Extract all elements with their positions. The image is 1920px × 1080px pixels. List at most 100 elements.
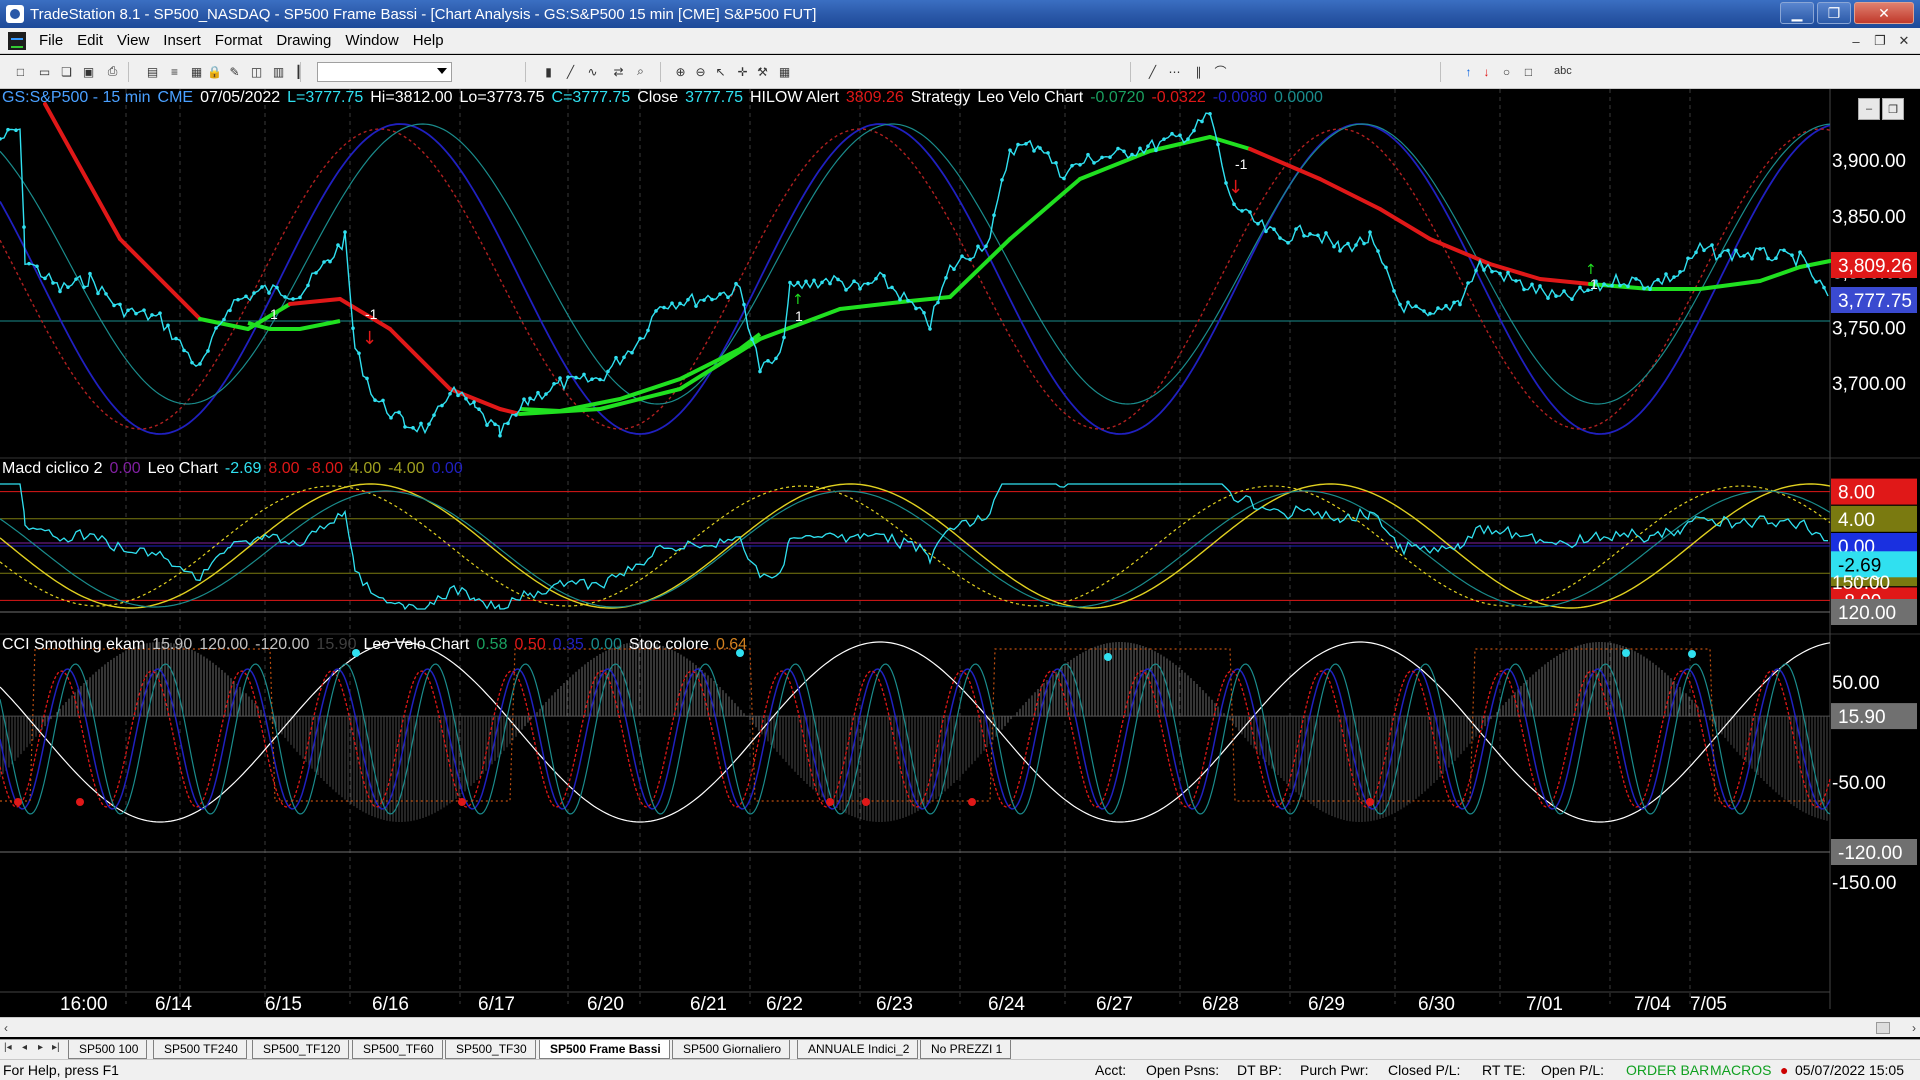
tab-last-icon[interactable]: ▸|: [52, 1042, 60, 1053]
minimize-button[interactable]: ▁: [1780, 2, 1814, 24]
indicator-icon[interactable]: ∿: [584, 63, 601, 80]
arrow-up-icon[interactable]: ↑: [1460, 63, 1477, 80]
analysis-icon[interactable]: ⌕: [632, 63, 649, 80]
hilow-trend-segment: [388, 327, 452, 391]
scroll-thumb[interactable]: [1876, 1022, 1890, 1034]
menu-insert[interactable]: Insert: [156, 32, 208, 49]
order-bar-button[interactable]: ORDER BAR: [1626, 1062, 1709, 1078]
horizontal-scrollbar[interactable]: ‹ ›: [0, 1017, 1920, 1037]
print-preview-icon[interactable]: ▤: [144, 63, 161, 80]
price-bar-dot: [1406, 300, 1410, 305]
ellipse-icon[interactable]: ○: [1498, 63, 1515, 80]
price-bar-dot: [630, 350, 634, 355]
fib-icon[interactable]: ⋯: [1166, 63, 1183, 80]
mdi-minimize-button[interactable]: –: [1845, 31, 1867, 51]
macros-button[interactable]: MACROS: [1710, 1062, 1771, 1078]
price-bar-dot: [1774, 256, 1778, 260]
tab-sp500-tf30[interactable]: SP500_TF30: [445, 1040, 536, 1059]
chart-canvas[interactable]: 1-11-11↓↓↑↑3,900.003,850.003,800.003,750…: [0, 89, 1920, 1025]
symbol-icon[interactable]: ◫: [248, 63, 265, 80]
grid-icon[interactable]: ▦: [776, 63, 793, 80]
tools-icon[interactable]: ✎: [226, 63, 243, 80]
price-bar-dot: [960, 254, 964, 259]
maximize-button[interactable]: ❐: [1817, 2, 1851, 24]
mdi-close-button[interactable]: ✕: [1893, 31, 1915, 51]
price-bar-dot: [477, 407, 481, 412]
pane-restore-button[interactable]: ❐: [1882, 98, 1904, 120]
price-bar-dot: [66, 285, 70, 289]
price-bar-dot: [1070, 163, 1074, 168]
tab-sp500-100[interactable]: SP500 100: [68, 1040, 148, 1059]
price-bar-dot: [1294, 227, 1298, 231]
bar-icon[interactable]: ┃: [290, 63, 307, 80]
tab-no-prezzi-1[interactable]: No PREZZI 1: [920, 1040, 1012, 1059]
chart-analysis-window[interactable]: 1-11-11↓↓↑↑3,900.003,850.003,800.003,750…: [0, 89, 1920, 1025]
chart-icon[interactable]: ▥: [270, 63, 287, 80]
menu-view[interactable]: View: [110, 32, 156, 49]
strategy-icon[interactable]: ⇄: [610, 63, 627, 80]
symbol-combo[interactable]: [317, 62, 452, 82]
menu-file[interactable]: File: [32, 32, 70, 49]
menu-edit[interactable]: Edit: [70, 32, 110, 49]
arc-icon[interactable]: ⌒: [1212, 63, 1229, 80]
rectangle-icon[interactable]: □: [1520, 63, 1537, 80]
tab-next-icon[interactable]: ▸: [38, 1042, 43, 1053]
tab-prev-icon[interactable]: ◂: [22, 1042, 27, 1053]
time-axis-label: 6/24: [988, 994, 1025, 1015]
line-icon[interactable]: ╱: [562, 63, 579, 80]
time-axis-label: 6/23: [876, 994, 913, 1015]
closed-pl-label: Closed P/L:: [1388, 1062, 1461, 1078]
window-icon[interactable]: ▦: [188, 63, 205, 80]
tab-sp500-tf240[interactable]: SP500 TF240: [153, 1040, 247, 1059]
pane-minimize-button[interactable]: –: [1858, 98, 1880, 120]
new-icon[interactable]: □: [12, 63, 29, 80]
menu-format[interactable]: Format: [208, 32, 270, 49]
chevron-down-icon[interactable]: [437, 68, 447, 74]
acct-label: Acct:: [1095, 1062, 1127, 1078]
price-bar-dot: [464, 396, 468, 401]
tab-sp500-giornaliero[interactable]: SP500 Giornaliero: [672, 1040, 791, 1059]
price-bar-dot: [1710, 243, 1714, 247]
price-bar-dot: [22, 225, 26, 229]
scroll-right-icon[interactable]: ›: [1912, 1021, 1916, 1035]
lock-icon[interactable]: 🔒: [206, 63, 223, 80]
crosshair-icon[interactable]: ✛: [734, 63, 751, 80]
zoom-out-icon[interactable]: ⊖: [692, 63, 709, 80]
channel-icon[interactable]: ∥: [1190, 63, 1207, 80]
time-axis-label: 7/04: [1634, 994, 1671, 1015]
menu-drawing[interactable]: Drawing: [269, 32, 338, 49]
pointer-icon[interactable]: ↖: [712, 63, 729, 80]
price-bar-dot: [992, 213, 996, 218]
zoom-in-icon[interactable]: ⊕: [672, 63, 689, 80]
format-icon[interactable]: ≡: [166, 63, 183, 80]
menu-window[interactable]: Window: [338, 32, 405, 49]
menu-bar: File Edit View Insert Format Drawing Win…: [0, 28, 1920, 54]
price-bar-dot: [142, 308, 146, 312]
tab-sp500-tf120[interactable]: SP500_TF120: [252, 1040, 350, 1059]
arrow-down-icon[interactable]: ↓: [1478, 63, 1495, 80]
mdi-restore-button[interactable]: ❐: [1869, 31, 1891, 51]
price-bar-dot: [244, 294, 248, 299]
stoc-low-dot: [968, 798, 976, 806]
trendline-icon[interactable]: ╱: [1144, 63, 1161, 80]
chart-window-icon[interactable]: [8, 31, 26, 50]
price-bar-dot: [1038, 146, 1042, 150]
tab-sp500-frame-bassi[interactable]: SP500 Frame Bassi: [539, 1040, 670, 1059]
scroll-left-icon[interactable]: ‹: [4, 1021, 8, 1035]
price-bar-dot: [874, 276, 878, 281]
candle-icon[interactable]: ▮: [540, 63, 557, 80]
hammer-icon[interactable]: ⚒: [754, 63, 771, 80]
close-button[interactable]: ✕: [1854, 2, 1914, 24]
text-tool-button[interactable]: abc: [1554, 65, 1572, 77]
tab-sp500-tf60[interactable]: SP500_TF60: [352, 1040, 443, 1059]
print-icon[interactable]: ⎙: [104, 63, 121, 80]
copy-icon[interactable]: ❏: [58, 63, 75, 80]
menu-help[interactable]: Help: [406, 32, 451, 49]
open-icon[interactable]: ▭: [36, 63, 53, 80]
tab-annuale-indici-2[interactable]: ANNUALE Indici_2: [797, 1040, 919, 1059]
price-bar-dot: [976, 244, 980, 249]
legend-cci-item: 0.00: [590, 636, 622, 653]
tab-first-icon[interactable]: |◂: [4, 1042, 12, 1053]
paste-icon[interactable]: ▣: [80, 63, 97, 80]
hilow-trend-segment: [1078, 149, 1152, 181]
